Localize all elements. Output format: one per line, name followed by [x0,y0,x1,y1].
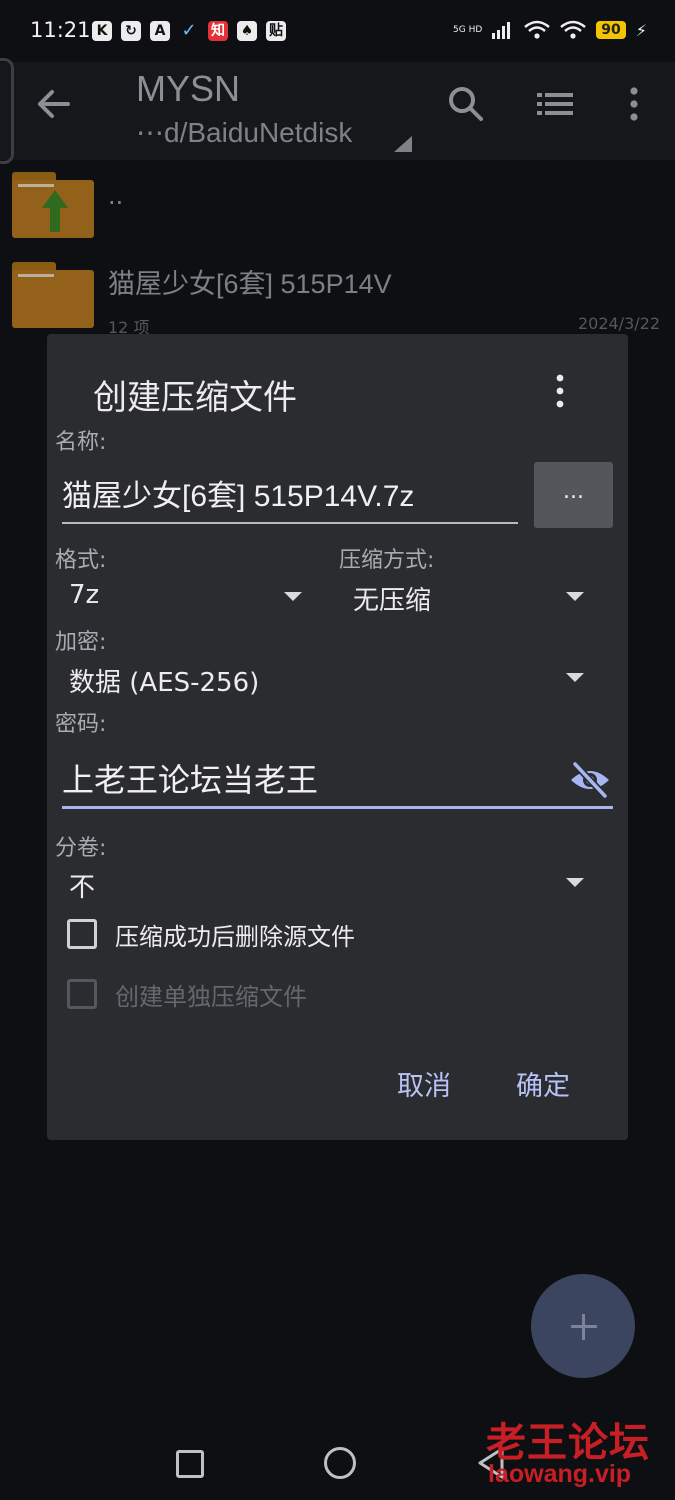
format-dropdown-arrow-icon [284,592,302,601]
name-label: 名称: [55,430,107,455]
compression-method-label: 压缩方式: [339,548,435,573]
delete-source-checkbox-row[interactable]: 压缩成功后删除源文件 [67,914,355,954]
app-sync-icon: ↻ [121,21,141,41]
separate-archives-label: 创建单独压缩文件 [115,982,307,1011]
visibility-off-icon[interactable] [569,760,611,800]
network-type: 5G HD [453,25,483,35]
status-bar: 11:21 K ↻ A ✓ 知 ♠ 贴 5G HD 90 ⚡ [0,0,675,62]
status-time: 11:21 [30,18,91,42]
ok-button[interactable]: 确定 [516,1064,570,1103]
current-path[interactable]: ⋯d/BaiduNetdisk [136,116,352,149]
app-zhihu-icon: 知 [208,21,228,41]
list-item-parent-directory[interactable] [0,160,675,250]
signal-icon [492,22,511,39]
password-input[interactable]: 上老王论坛当老王 [62,754,613,809]
split-volume-label: 分卷: [55,836,107,861]
app-k-icon: K [92,21,112,41]
qq-icon: ♠ [237,21,257,41]
dialog-more-icon[interactable] [553,372,567,412]
compression-method-value: 无压缩 [353,586,432,616]
format-value: 7z [69,580,100,610]
password-value: 上老王论坛当老王 [62,761,319,799]
method-dropdown-arrow-icon [566,592,584,601]
folder-icon [12,262,94,328]
archive-name-input[interactable]: 猫屋少女[6套] 515P14V.7z [62,474,518,524]
search-icon[interactable] [444,82,488,126]
app-a-icon: A [150,21,170,41]
encryption-dropdown-arrow-icon [566,673,584,682]
separate-archives-checkbox [67,979,97,1009]
overflow-menu-icon[interactable] [612,82,656,126]
screen-edge-frame [0,58,14,164]
split-dropdown-arrow-icon [566,878,584,887]
system-status: 5G HD 90 ⚡ [453,20,647,40]
add-fab-button[interactable] [531,1274,635,1378]
watermark-url: laowang.vip [488,1460,632,1488]
check-icon: ✓ [181,20,197,41]
split-volume-value: 不 [69,873,96,903]
charging-icon: ⚡ [635,20,647,40]
app-tieba-icon: 贴 [266,21,286,41]
back-arrow-icon[interactable] [32,82,76,126]
recents-icon[interactable] [176,1450,204,1478]
format-label: 格式: [55,548,107,573]
encryption-label: 加密: [55,630,107,655]
create-archive-dialog: 创建压缩文件 名称: 猫屋少女[6套] 515P14V.7z ... 格式: 压… [47,334,628,1140]
wifi-calling-icon [524,20,551,39]
separate-archives-checkbox-row: 创建单独压缩文件 [67,974,307,1014]
folder-date: 2024/3/22 [577,314,660,333]
wifi-icon [560,20,587,39]
list-view-icon[interactable] [533,82,577,126]
delete-source-label: 压缩成功后删除源文件 [115,922,355,951]
notification-icons: K ↻ A ✓ 知 ♠ 贴 [92,21,286,41]
home-icon[interactable] [324,1447,356,1479]
path-dropdown-icon[interactable] [394,136,412,152]
encryption-value: 数据 (AES-256) [69,668,260,698]
battery-level: 90 [596,21,626,39]
password-label: 密码: [55,712,107,737]
browse-button[interactable]: ... [534,462,613,528]
app-toolbar: MYSN ⋯d/BaiduNetdisk [0,62,675,160]
dialog-title: 创建压缩文件 [93,378,297,418]
folder-name: 猫屋少女[6套] 515P14V [108,269,392,299]
cancel-button[interactable]: 取消 [397,1064,451,1103]
parent-directory-label: .. [108,182,124,210]
toolbar-title: MYSN [136,68,241,109]
delete-source-checkbox[interactable] [67,919,97,949]
folder-up-icon [12,172,94,238]
